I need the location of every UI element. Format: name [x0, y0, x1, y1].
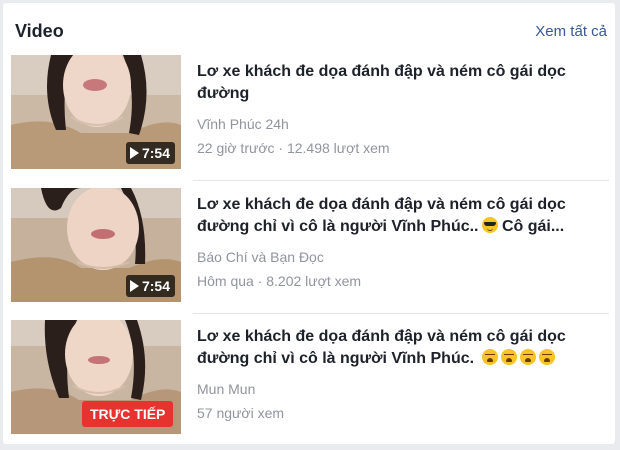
play-icon	[129, 147, 139, 159]
video-source[interactable]: Báo Chí và Bạn Đọc	[197, 248, 603, 266]
video-meta: 57 người xem	[197, 405, 285, 421]
play-icon	[129, 280, 139, 292]
weary-face-emoji-icon	[538, 349, 555, 365]
video-title[interactable]: Lơ xe khách đe dọa đánh đập và ném cô gá…	[197, 326, 603, 370]
live-badge: TRỰC TIẾP	[82, 401, 174, 427]
video-thumbnail[interactable]: 7:54	[11, 188, 181, 302]
video-thumbnail[interactable]: TRỰC TIẾP	[11, 320, 181, 434]
video-duration: 7:54	[125, 275, 175, 297]
weary-face-emoji-icon	[500, 349, 517, 365]
section-header: Video Xem tất cả	[15, 21, 607, 45]
video-thumbnail[interactable]: 7:54	[11, 55, 181, 169]
video-info: Lơ xe khách đe dọa đánh đập và ném cô gá…	[197, 194, 603, 290]
sunglasses-emoji-icon	[481, 217, 498, 233]
video-item[interactable]: TRỰC TIẾP Lơ xe khách đe dọa đánh đập và…	[11, 320, 607, 434]
video-title[interactable]: Lơ xe khách đe dọa đánh đập và ném cô gá…	[197, 194, 603, 238]
weary-face-emoji-icon	[481, 349, 498, 365]
video-item[interactable]: 7:54 Lơ xe khách đe dọa đánh đập và ném …	[11, 188, 607, 302]
video-meta: Hôm qua · 8.202 lượt xem	[197, 273, 362, 289]
weary-face-emoji-icon	[519, 349, 536, 365]
video-item[interactable]: 7:54 Lơ xe khách đe dọa đánh đập và ném …	[11, 55, 607, 169]
video-source[interactable]: Vĩnh Phúc 24h	[197, 115, 603, 133]
video-section-card: Video Xem tất cả 7:54 Lơ xe khách đe dọa…	[3, 3, 615, 444]
item-divider	[193, 180, 609, 181]
video-duration: 7:54	[125, 142, 175, 164]
video-meta: 22 giờ trước · 12.498 lượt xem	[197, 140, 390, 156]
video-source[interactable]: Mun Mun	[197, 380, 603, 398]
see-all-link[interactable]: Xem tất cả	[535, 23, 607, 40]
section-title: Video	[15, 21, 64, 41]
video-info: Lơ xe khách đe dọa đánh đập và ném cô gá…	[197, 326, 603, 422]
video-info: Lơ xe khách đe dọa đánh đập và ném cô gá…	[197, 61, 603, 157]
item-divider	[193, 313, 609, 314]
video-title[interactable]: Lơ xe khách đe dọa đánh đập và ném cô gá…	[197, 61, 603, 105]
